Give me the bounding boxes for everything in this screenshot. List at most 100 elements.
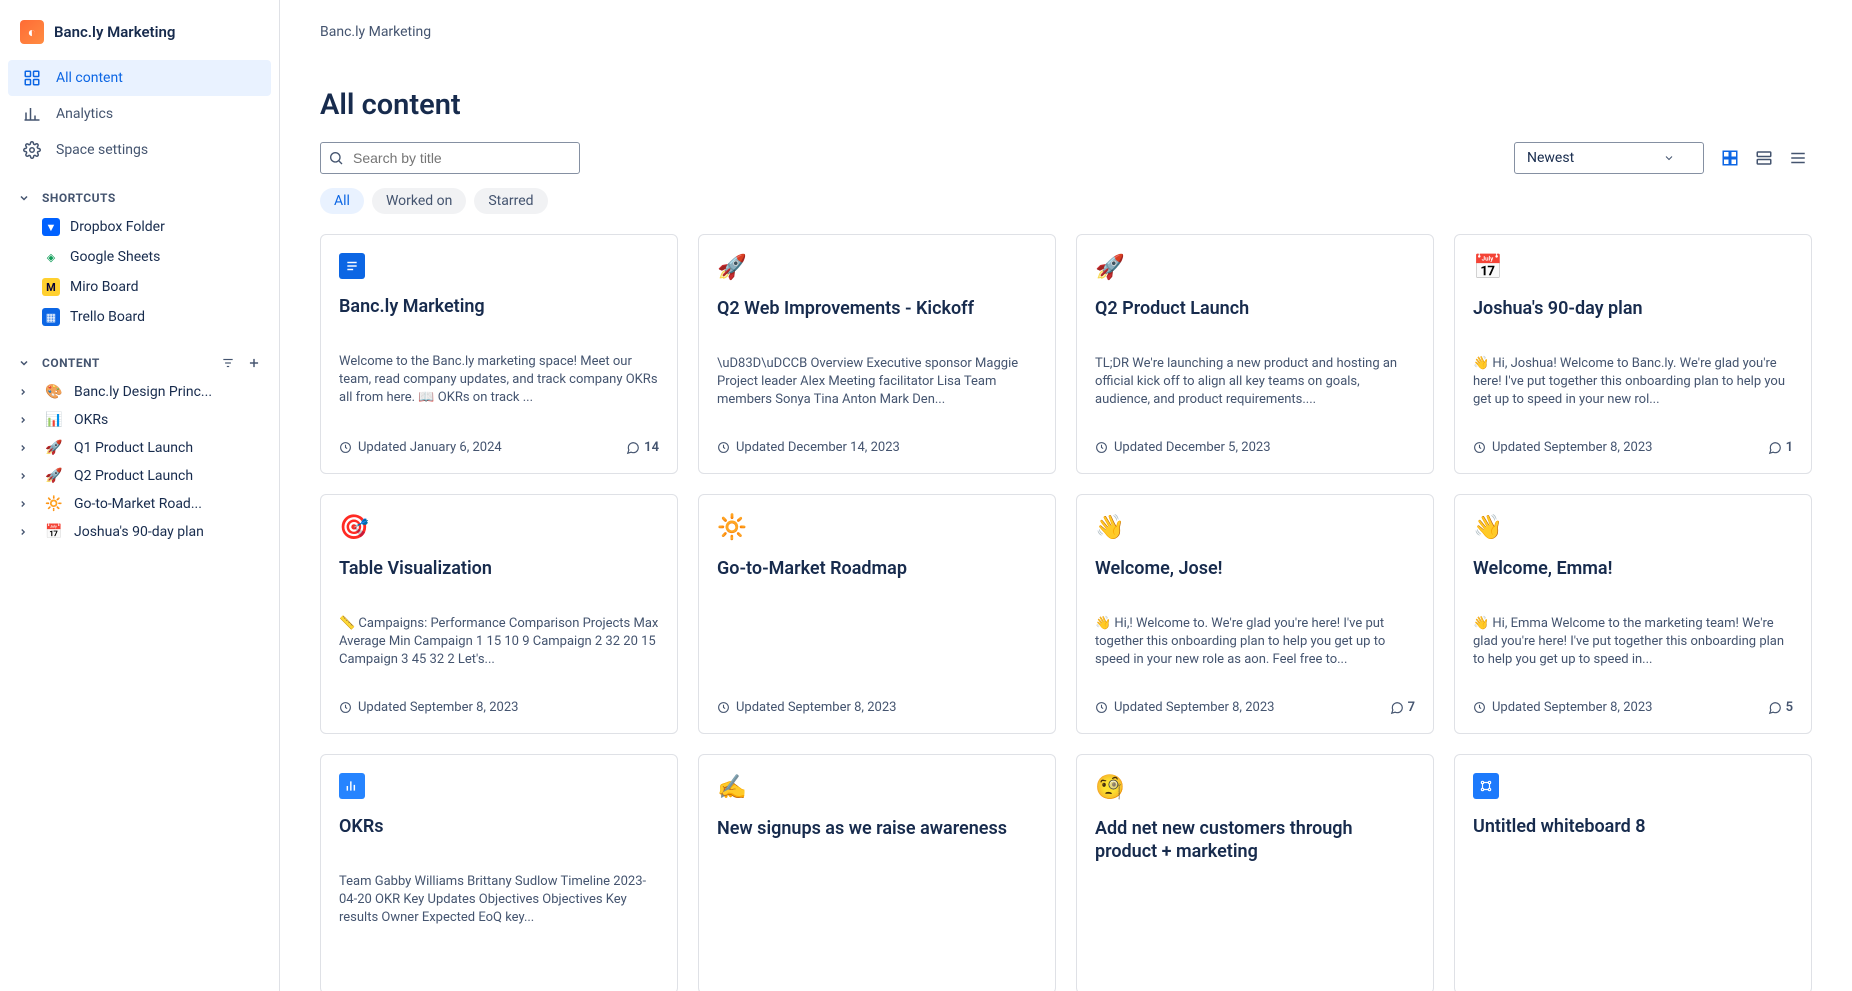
chevron-down-icon[interactable] [14, 188, 34, 208]
updated-meta: Updated December 5, 2023 [1095, 440, 1271, 455]
emoji-icon: 👋 [1473, 513, 1793, 541]
updated-text: Updated September 8, 2023 [736, 700, 896, 715]
content-card[interactable]: 🔆 Go-to-Market Roadmap Updated September… [698, 494, 1056, 734]
filter-chip-all[interactable]: All [320, 188, 364, 214]
content-card[interactable]: OKRs Team Gabby Williams Brittany Sudlow… [320, 754, 678, 991]
content-grid: Banc.ly Marketing Welcome to the Banc.ly… [320, 234, 1812, 991]
shortcut-label: Dropbox Folder [70, 219, 165, 235]
clock-icon [1095, 701, 1108, 714]
card-excerpt [1095, 875, 1415, 963]
space-title: Banc.ly Marketing [54, 23, 175, 41]
shortcut-label: Trello Board [70, 309, 145, 325]
content-card[interactable]: Banc.ly Marketing Welcome to the Banc.ly… [320, 234, 678, 474]
card-excerpt: TL;DR We're launching a new product and … [1095, 355, 1415, 428]
card-title: Q2 Product Launch [1095, 297, 1415, 347]
search-input[interactable] [320, 142, 580, 174]
comment-icon [1390, 701, 1404, 715]
chevron-right-icon[interactable] [18, 443, 34, 453]
updated-text: Updated September 8, 2023 [358, 700, 518, 715]
content-card[interactable]: 📅 Joshua's 90-day plan 👋 Hi, Joshua! Wel… [1454, 234, 1812, 474]
card-title: Q2 Web Improvements - Kickoff [717, 297, 1037, 347]
section-label: SHORTCUTS [42, 191, 265, 205]
comment-icon [1768, 441, 1782, 455]
shortcuts-section-header: SHORTCUTS [8, 180, 271, 212]
card-excerpt [717, 615, 1037, 688]
shortcut-label: Google Sheets [70, 249, 160, 265]
nav-space-settings[interactable]: Space settings [8, 132, 271, 168]
content-card[interactable]: 👋 Welcome, Emma! 👋 Hi, Emma Welcome to t… [1454, 494, 1812, 734]
tree-item[interactable]: 🎨 Banc.ly Design Princ... [8, 378, 271, 406]
chevron-right-icon[interactable] [18, 527, 34, 537]
tree-item[interactable]: 📅 Joshua's 90-day plan [8, 518, 271, 546]
nav-analytics[interactable]: Analytics [8, 96, 271, 132]
card-title: Joshua's 90-day plan [1473, 297, 1793, 347]
filter-chip-worked-on[interactable]: Worked on [372, 188, 466, 214]
view-cards-button[interactable] [1750, 144, 1778, 172]
updated-meta: Updated January 6, 2024 [339, 440, 502, 455]
filter-chip-starred[interactable]: Starred [474, 188, 547, 214]
nav-label: Space settings [56, 142, 148, 158]
chevron-right-icon[interactable] [18, 387, 34, 397]
updated-text: Updated December 5, 2023 [1114, 440, 1271, 455]
card-title: New signups as we raise awareness [717, 817, 1037, 867]
content-card[interactable]: Untitled whiteboard 8 [1454, 754, 1812, 991]
tree-label: Q2 Product Launch [74, 468, 193, 484]
updated-text: Updated September 8, 2023 [1492, 440, 1652, 455]
page-icon: 🚀 [44, 440, 64, 456]
updated-meta: Updated September 8, 2023 [1473, 700, 1652, 715]
tree-item[interactable]: 📊 OKRs [8, 406, 271, 434]
view-grid-button[interactable] [1716, 144, 1744, 172]
tree-label: Go-to-Market Road... [74, 496, 202, 512]
clock-icon [1473, 701, 1486, 714]
updated-meta: Updated September 8, 2023 [1095, 700, 1274, 715]
content-card[interactable]: 🧐 Add net new customers through product … [1076, 754, 1434, 991]
emoji-icon: 🚀 [717, 253, 1037, 281]
shortcut-dropbox[interactable]: ▼ Dropbox Folder [8, 212, 271, 242]
tree-item[interactable]: 🚀 Q1 Product Launch [8, 434, 271, 462]
content-card[interactable]: 👋 Welcome, Jose! 👋 Hi,! Welcome to. We'r… [1076, 494, 1434, 734]
nav-label: Analytics [56, 106, 113, 122]
tree-item[interactable]: 🔆 Go-to-Market Road... [8, 490, 271, 518]
sort-select[interactable]: Newest [1514, 142, 1704, 174]
nav-all-content[interactable]: All content [8, 60, 271, 96]
card-title: Table Visualization [339, 557, 659, 607]
card-title: Banc.ly Marketing [339, 295, 659, 345]
card-footer: Updated September 8, 2023 5 [1473, 700, 1793, 715]
content-card[interactable]: ✍️ New signups as we raise awareness [698, 754, 1056, 991]
emoji-icon: ✍️ [717, 773, 1037, 801]
search-icon [328, 150, 344, 166]
view-toggles [1716, 144, 1812, 172]
document-icon [339, 253, 365, 279]
comments-count: 7 [1390, 700, 1415, 715]
chevron-right-icon[interactable] [18, 415, 34, 425]
shortcut-miro[interactable]: M Miro Board [8, 272, 271, 302]
shortcut-trello[interactable]: ▦ Trello Board [8, 302, 271, 332]
view-list-button[interactable] [1784, 144, 1812, 172]
gear-icon [22, 140, 42, 160]
plus-icon[interactable] [243, 352, 265, 374]
breadcrumb[interactable]: Banc.ly Marketing [320, 24, 1812, 40]
card-excerpt: Welcome to the Banc.ly marketing space! … [339, 353, 659, 428]
emoji-icon: 🚀 [1095, 253, 1415, 281]
comments-count: 1 [1768, 440, 1793, 455]
card-excerpt [717, 875, 1037, 963]
trello-icon: ▦ [42, 308, 60, 326]
tree-item[interactable]: 🚀 Q2 Product Launch [8, 462, 271, 490]
content-card[interactable]: 🚀 Q2 Product Launch TL;DR We're launchin… [1076, 234, 1434, 474]
card-excerpt [1473, 873, 1793, 963]
updated-text: Updated January 6, 2024 [358, 440, 502, 455]
shortcut-google-sheets[interactable]: ◈ Google Sheets [8, 242, 271, 272]
chevron-right-icon[interactable] [18, 499, 34, 509]
comment-icon [1768, 701, 1782, 715]
space-header[interactable]: ◐ Banc.ly Marketing [8, 12, 271, 52]
clock-icon [339, 441, 352, 454]
filter-icon[interactable] [217, 352, 239, 374]
chevron-right-icon[interactable] [18, 471, 34, 481]
content-card[interactable]: 🎯 Table Visualization 📏 Campaigns: Perfo… [320, 494, 678, 734]
card-title: Go-to-Market Roadmap [717, 557, 1037, 607]
updated-meta: Updated September 8, 2023 [717, 700, 896, 715]
content-card[interactable]: 🚀 Q2 Web Improvements - Kickoff \uD83D\u… [698, 234, 1056, 474]
clock-icon [339, 701, 352, 714]
chevron-down-icon[interactable] [14, 353, 34, 373]
section-label: CONTENT [42, 356, 209, 370]
